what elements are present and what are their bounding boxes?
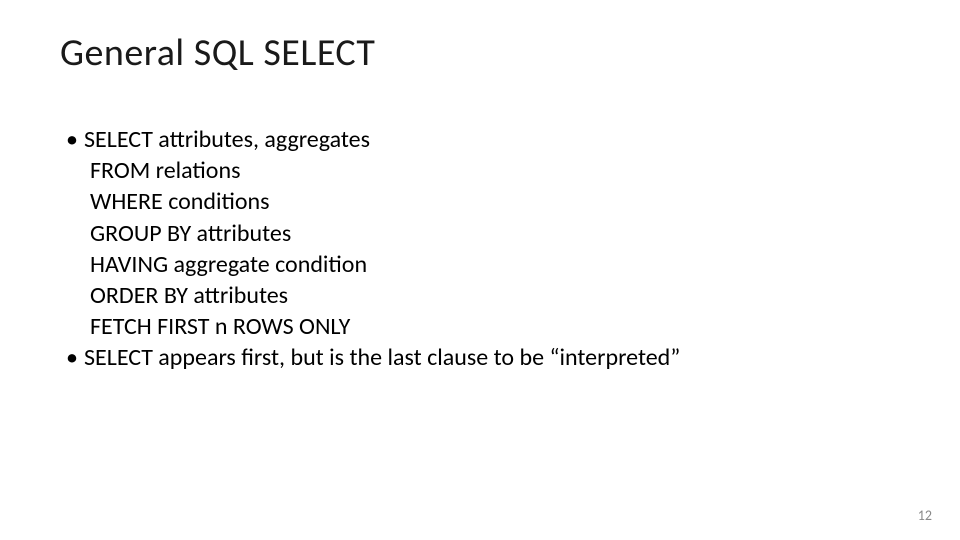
continuation-line: FROM relations [60, 155, 900, 186]
bullet-item: • SELECT appears first, but is the last … [60, 342, 900, 373]
continuation-line: WHERE conditions [60, 186, 900, 217]
bullet-marker-icon: • [60, 342, 84, 373]
slide-container: General SQL SELECT • SELECT attributes, … [0, 0, 960, 540]
bullet-item: • SELECT attributes, aggregates [60, 124, 900, 155]
slide-title: General SQL SELECT [60, 30, 900, 76]
continuation-line: GROUP BY attributes [60, 218, 900, 249]
bullet-text: SELECT attributes, aggregates [84, 124, 900, 155]
bullet-marker-icon: • [60, 124, 84, 155]
slide-content: • SELECT attributes, aggregates FROM rel… [60, 124, 900, 374]
continuation-line: ORDER BY attributes [60, 280, 900, 311]
continuation-line: FETCH FIRST n ROWS ONLY [60, 311, 900, 342]
page-number: 12 [918, 507, 932, 524]
bullet-text: SELECT appears first, but is the last cl… [84, 342, 900, 373]
continuation-line: HAVING aggregate condition [60, 249, 900, 280]
